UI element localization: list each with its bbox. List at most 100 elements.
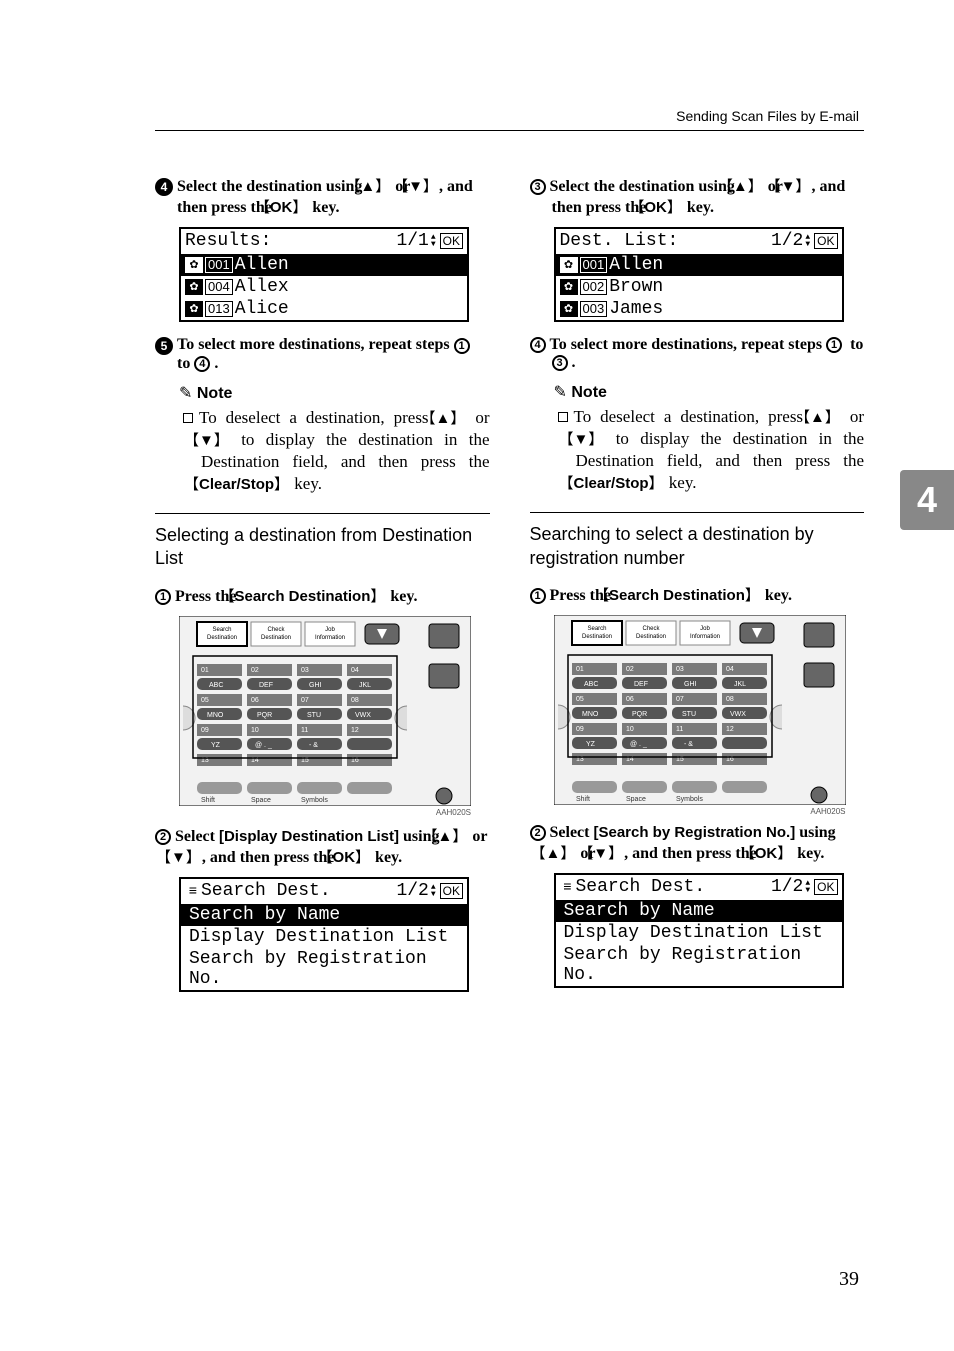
step-text: using [795, 824, 835, 841]
down-arrow-key: ▼ [576, 430, 605, 450]
divider [155, 513, 490, 514]
svg-text:11: 11 [676, 726, 683, 733]
svg-text:Symbols: Symbols [676, 796, 703, 803]
section-title: Searching to select a destination by reg… [530, 523, 865, 570]
dest-name: Allen [609, 255, 663, 275]
step-text: Select [175, 828, 219, 845]
svg-text:05: 05 [576, 696, 584, 703]
text-to: to [177, 355, 194, 372]
lcd-row-selected: ✿001Allen [556, 254, 842, 276]
lcd-scroll-icon: ▲▼ [431, 884, 436, 898]
step-5-left: 5To select more destinations, repeat ste… [177, 336, 490, 372]
step-text: key. [371, 849, 402, 866]
list-icon: ≡ [185, 884, 201, 900]
right-column: 3Select the destination using ▲ or ▼, an… [530, 175, 865, 1006]
option-label: [Search by Registration No.] [593, 824, 795, 841]
lcd-option: Display Destination List [564, 923, 823, 943]
svg-text:STU: STU [307, 712, 321, 719]
svg-text:02: 02 [626, 666, 634, 673]
svg-text:02: 02 [251, 667, 259, 674]
header-rule [155, 130, 864, 131]
svg-text:07: 07 [676, 696, 684, 703]
ref-bullet-4: 4 [194, 356, 210, 372]
left-column: 4Select the destination using ▲ or ▼, an… [155, 175, 490, 1006]
up-arrow-key: ▲ [443, 825, 468, 846]
svg-text:- &: - & [684, 741, 693, 748]
header-breadcrumb: Sending Scan Files by E-mail [676, 108, 859, 124]
svg-text:@ . _: @ . _ [255, 742, 272, 749]
lcd-page-indicator: 1/2 [771, 231, 803, 251]
dest-code: 013 [205, 301, 233, 317]
svg-text:Destination: Destination [207, 635, 237, 641]
step-text: key. [761, 587, 792, 604]
svg-text:09: 09 [201, 727, 209, 734]
lcd-scroll-icon: ▲▼ [805, 234, 810, 248]
lcd-ok-icon: OK [814, 233, 837, 249]
lcd-row: ✿002Brown [556, 276, 842, 298]
ok-key: OK [339, 846, 372, 867]
note-text: to display the destination in the Destin… [576, 429, 865, 470]
svg-text:Symbols: Symbols [301, 797, 328, 804]
text-or: or [841, 407, 864, 426]
svg-text:Destination: Destination [261, 635, 291, 641]
lcd-search-dest-right: ≡Search Dest. 1/2 ▲▼ OK Search by Name D… [554, 873, 844, 988]
lcd-page-indicator: 1/2 [771, 877, 803, 897]
svg-text:DEF: DEF [634, 681, 648, 688]
svg-text:10: 10 [251, 727, 259, 734]
step-4-right: 4To select more destinations, repeat ste… [552, 336, 865, 372]
person-icon: ✿ [560, 279, 578, 295]
figure-caption: AAH020S [179, 808, 471, 817]
text-to: to [846, 336, 863, 353]
search-destination-key: Search Destination [615, 584, 761, 605]
dest-name: James [609, 299, 663, 319]
svg-text:Search: Search [587, 626, 606, 632]
lcd-row: ✿003James [556, 298, 842, 320]
note-bullet-icon [558, 412, 568, 422]
step-bullet-4: 4 [155, 178, 173, 196]
step-text: key. [308, 199, 339, 216]
svg-text:PQR: PQR [257, 712, 272, 719]
lcd-option: Search by Registration No. [189, 949, 463, 989]
divider [530, 512, 865, 513]
svg-text:09: 09 [576, 726, 584, 733]
lcd-row: ✿004Allex [181, 276, 467, 298]
step-text: Select the destination using [550, 178, 739, 195]
ok-key: OK [761, 842, 794, 863]
svg-text:@ . _: @ . _ [630, 741, 647, 748]
svg-text:03: 03 [301, 667, 309, 674]
step-bullet-3: 3 [530, 179, 546, 195]
svg-text:01: 01 [576, 666, 584, 673]
svg-text:Job: Job [325, 627, 335, 633]
svg-text:07: 07 [301, 697, 309, 704]
svg-text:Search: Search [212, 627, 231, 633]
svg-text:MNO: MNO [582, 711, 599, 718]
lcd-title: Results: [185, 231, 271, 251]
down-arrow-key: ▼ [201, 431, 230, 451]
person-icon: ✿ [185, 301, 203, 317]
control-panel-figure: SearchDestination CheckDestination JobIn… [179, 616, 471, 817]
lcd-option: Display Destination List [189, 927, 448, 947]
note-text: To deselect a destination, press [199, 408, 438, 427]
svg-text:11: 11 [301, 727, 308, 734]
lcd-results: Results: 1/1 ▲▼ OK ✿001Allen ✿004Allex ✿… [179, 227, 469, 322]
lcd-row-selected: ✿001Allen [181, 254, 467, 276]
svg-text:08: 08 [726, 696, 734, 703]
ok-key: OK [650, 196, 683, 217]
step-text: To select more destinations, repeat step… [550, 336, 827, 353]
text-or: or [466, 408, 489, 427]
step-bullet-1: 1 [155, 589, 171, 605]
lcd-search-dest-left: ≡Search Dest. 1/2 ▲▼ OK Search by Name D… [179, 877, 469, 992]
control-panel-figure: SearchDestination CheckDestination JobIn… [554, 615, 846, 816]
person-icon: ✿ [185, 257, 203, 273]
svg-text:JKL: JKL [734, 681, 746, 688]
lcd-ok-icon: OK [440, 883, 463, 899]
svg-text:ABC: ABC [209, 682, 223, 689]
lcd-title: Dest. List: [560, 231, 679, 251]
up-arrow-key: ▲ [366, 175, 391, 196]
lcd-ok-icon: OK [814, 879, 837, 895]
lcd-row: Display Destination List [556, 922, 842, 944]
down-arrow-key: ▼ [414, 175, 439, 196]
clear-stop-key: Clear/Stop [201, 475, 290, 495]
svg-text:01: 01 [201, 667, 209, 674]
svg-text:12: 12 [726, 726, 734, 733]
